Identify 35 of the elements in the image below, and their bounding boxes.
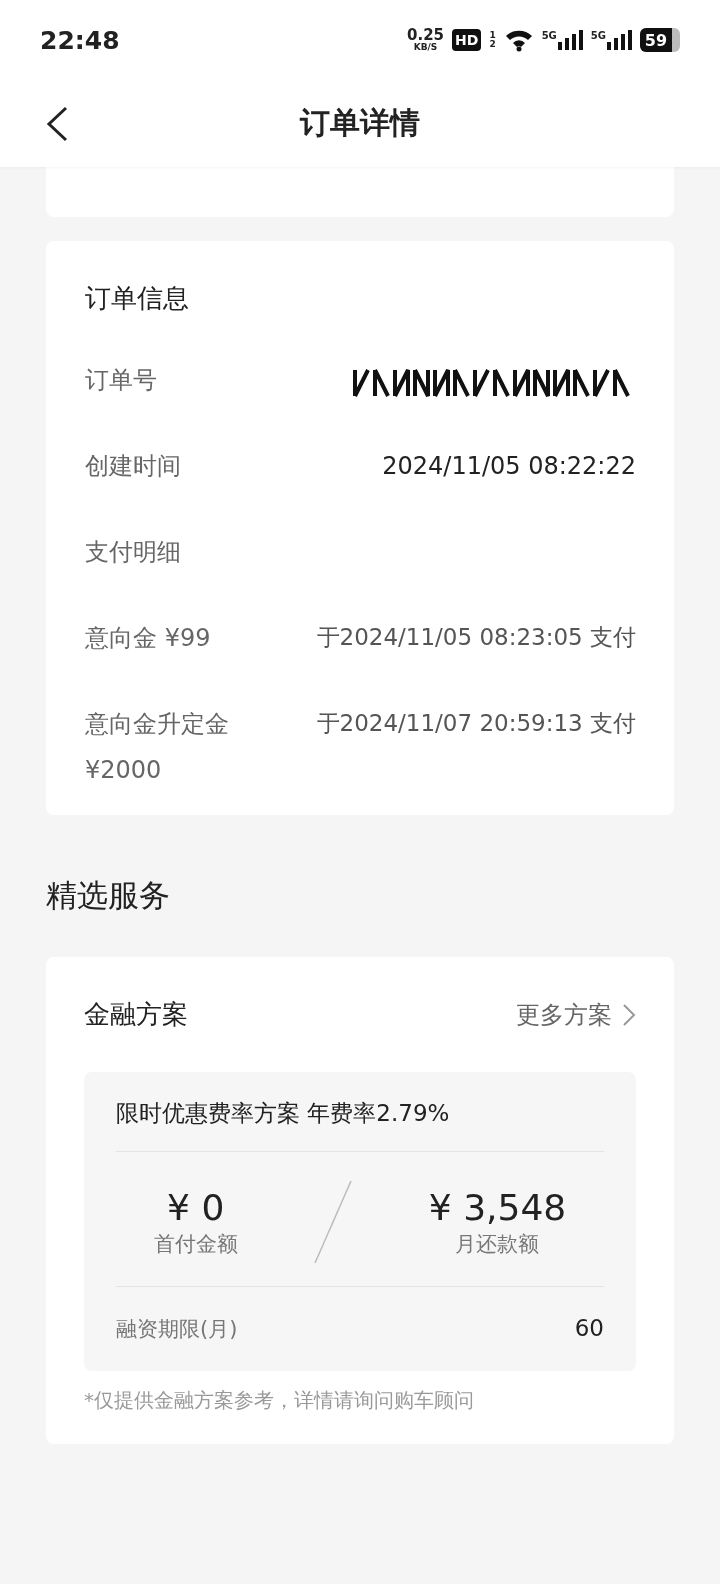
row-label: 意向金升定金 ¥2000 (85, 709, 229, 786)
row-label: 支付明细 (85, 537, 181, 568)
battery-icon: 59 (640, 28, 680, 52)
row-label: 创建时间 (85, 451, 181, 482)
network-type: 5G (541, 30, 557, 41)
chevron-icon (622, 1002, 636, 1027)
more-plans-link[interactable]: 更多方案 (516, 998, 612, 1031)
card-title: 金融方案 (84, 998, 188, 1032)
amount-label: 月还款额 (455, 1230, 540, 1258)
row-label: 意向金 ¥99 (85, 623, 211, 654)
monthly-payment-amount: ¥ 3,548 (428, 1186, 567, 1228)
row-value: 于2024/11/07 20:59:13 支付 (316, 709, 636, 738)
signal-icon (557, 30, 583, 50)
section-title: 精选服务 (46, 876, 171, 916)
sim-number: 1 (489, 30, 496, 40)
page-title: 订单详情 (300, 104, 420, 142)
sim-number: 2 (489, 40, 496, 50)
network-speed: 0.25 (407, 28, 445, 43)
plan-name: 限时优惠费率方案 年费率2.79% (116, 1098, 604, 1153)
term-label: 融资期限(月) (116, 1316, 238, 1344)
row-value: 2024/11/05 08:22:22 (382, 451, 636, 482)
network-type: 5G (590, 30, 606, 41)
hd-badge: HD (452, 29, 482, 51)
card-title: 订单信息 (85, 282, 190, 315)
back-icon[interactable] (44, 106, 70, 142)
status-time: 22:48 (40, 25, 120, 55)
amount-label: 首付金额 (153, 1230, 238, 1258)
row-label: 订单号 (85, 365, 157, 396)
row-value: 于2024/11/05 08:23:05 支付 (316, 623, 636, 652)
network-speed-unit: KB/S (413, 43, 438, 52)
disclaimer-note: *仅提供金融方案参考，详情请询问购车顾问 (84, 1387, 475, 1415)
term-value: 60 (574, 1315, 604, 1344)
divider-slash-icon (313, 1180, 354, 1265)
signal-icon (607, 30, 632, 50)
down-payment-amount: ¥ 0 (167, 1186, 225, 1228)
